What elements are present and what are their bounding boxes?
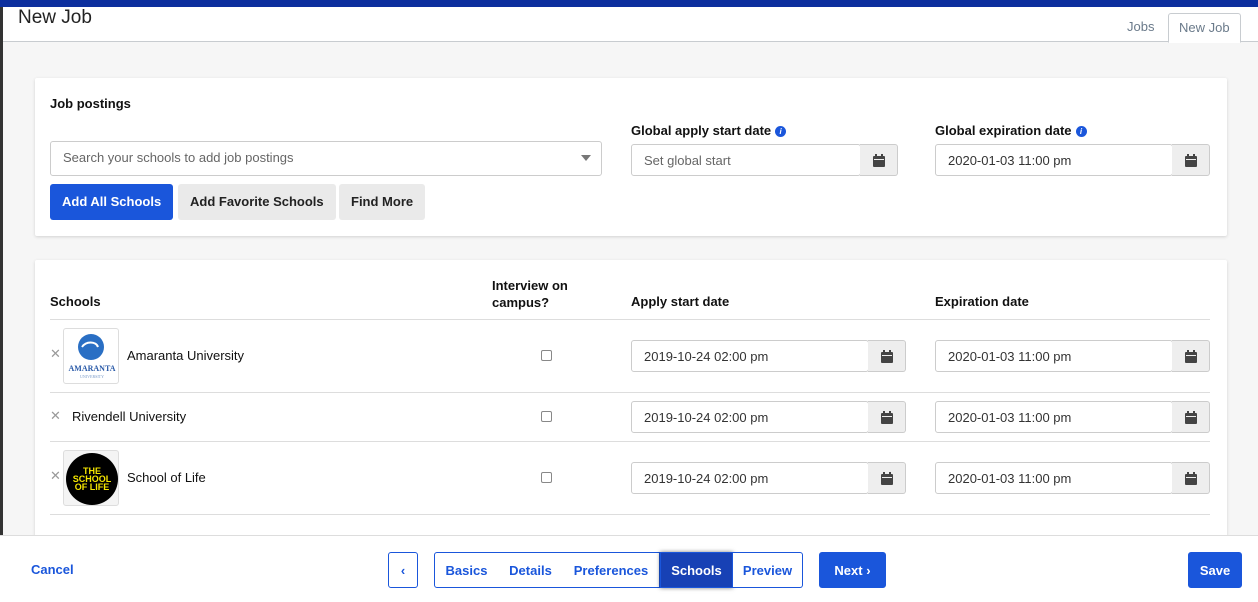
chevron-left-icon: ‹: [400, 563, 406, 578]
expiration-input[interactable]: 2020-01-03 11:00 pm: [935, 340, 1173, 372]
add-all-schools-button[interactable]: Add All Schools: [50, 184, 174, 220]
school-search-input[interactable]: Search your schools to add job postings: [50, 141, 602, 176]
calendar-icon: [1185, 472, 1197, 485]
calendar-button[interactable]: [1172, 401, 1210, 433]
top-bar: [0, 0, 1258, 7]
interview-checkbox[interactable]: [541, 411, 552, 422]
info-icon[interactable]: i: [775, 126, 787, 137]
step-preferences[interactable]: Preferences: [563, 552, 660, 588]
chevron-right-icon: ›: [866, 563, 871, 578]
section-title: Job postings: [50, 96, 131, 111]
divider: [50, 441, 1210, 442]
page-header: New Job Jobs New Job: [3, 7, 1258, 43]
calendar-button[interactable]: [1172, 340, 1210, 372]
school-name: Amaranta University: [127, 348, 245, 363]
add-favorite-schools-button[interactable]: Add Favorite Schools: [178, 184, 336, 220]
col-exp: Expiration date: [935, 294, 1029, 309]
school-logo: THE SCHOOL OF LIFE: [63, 450, 119, 506]
next-button[interactable]: Next ›: [819, 552, 886, 588]
divider: [50, 514, 1210, 515]
wizard-footer: Cancel ‹ Basics Details Preferences Scho…: [0, 535, 1258, 602]
school-name: School of Life: [127, 470, 206, 485]
tab-jobs[interactable]: Jobs: [1117, 13, 1164, 42]
col-start: Apply start date: [631, 294, 730, 309]
previous-button[interactable]: ‹: [388, 552, 418, 588]
calendar-icon: [873, 154, 885, 167]
apply-start-input[interactable]: 2019-10-24 02:00 pm: [631, 340, 869, 372]
remove-icon[interactable]: ✕: [50, 468, 61, 484]
interview-checkbox[interactable]: [541, 472, 552, 483]
calendar-button[interactable]: [868, 340, 906, 372]
page-title: New Job: [18, 7, 92, 28]
find-more-button[interactable]: Find More: [339, 184, 426, 220]
apply-start-input[interactable]: 2019-10-24 02:00 pm: [631, 401, 869, 433]
chevron-down-icon: [581, 155, 591, 161]
calendar-button[interactable]: [1172, 462, 1210, 494]
svg-text:UNIVERSITY: UNIVERSITY: [80, 374, 104, 379]
school-name: Rivendell University: [72, 409, 187, 424]
step-details[interactable]: Details: [498, 552, 564, 588]
calendar-icon: [1185, 350, 1197, 363]
step-basics[interactable]: Basics: [434, 552, 499, 588]
info-icon[interactable]: i: [1075, 126, 1087, 137]
expiration-input[interactable]: 2020-01-03 11:00 pm: [935, 401, 1173, 433]
job-postings-card: Job postings Search your schools to add …: [35, 78, 1227, 236]
remove-icon[interactable]: ✕: [50, 408, 61, 424]
remove-icon[interactable]: ✕: [50, 346, 61, 362]
save-button[interactable]: Save: [1188, 552, 1242, 588]
expiration-input[interactable]: 2020-01-03 11:00 pm: [935, 462, 1173, 494]
svg-text:AMARANTA: AMARANTA: [69, 364, 116, 373]
left-edge: [0, 7, 3, 602]
divider: [50, 392, 1210, 393]
global-exp-input[interactable]: 2020-01-03 11:00 pm: [935, 144, 1173, 176]
calendar-button[interactable]: [860, 144, 898, 176]
search-placeholder: Search your schools to add job postings: [63, 150, 294, 165]
global-start-label: Global apply start date i: [631, 123, 787, 138]
calendar-button[interactable]: [1172, 144, 1210, 176]
calendar-icon: [881, 411, 893, 424]
apply-start-input[interactable]: 2019-10-24 02:00 pm: [631, 462, 869, 494]
calendar-icon: [881, 472, 893, 485]
school-logo: AMARANTA UNIVERSITY: [63, 328, 119, 384]
calendar-icon: [1185, 154, 1197, 167]
interview-checkbox[interactable]: [541, 350, 552, 361]
svg-text:OF LIFE: OF LIFE: [75, 482, 110, 492]
tab-new-job[interactable]: New Job: [1168, 13, 1241, 43]
step-schools[interactable]: Schools: [660, 552, 733, 588]
global-exp-label: Global expiration date i: [935, 123, 1087, 138]
calendar-button[interactable]: [868, 462, 906, 494]
schools-table-card: Schools Interview on campus? Apply start…: [35, 260, 1227, 550]
calendar-icon: [1185, 411, 1197, 424]
calendar-button[interactable]: [868, 401, 906, 433]
divider: [50, 319, 1210, 320]
global-start-input[interactable]: Set global start: [631, 144, 861, 176]
step-preview[interactable]: Preview: [733, 552, 803, 588]
col-schools: Schools: [50, 294, 101, 309]
calendar-icon: [881, 350, 893, 363]
col-interview: Interview on campus?: [492, 278, 568, 310]
cancel-link[interactable]: Cancel: [31, 562, 74, 577]
